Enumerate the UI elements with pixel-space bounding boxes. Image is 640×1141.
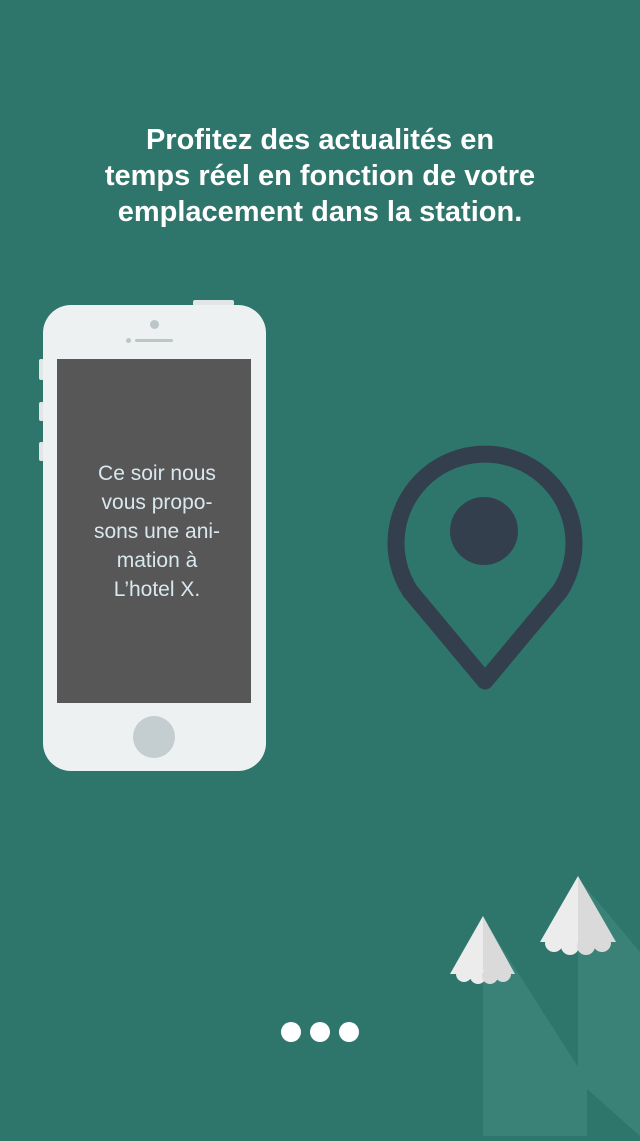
page-dot-3[interactable] xyxy=(339,1022,359,1042)
phone-illustration: Ce soir nous vous propo- sons une ani- m… xyxy=(43,305,266,771)
notification-message: Ce soir nous vous propo- sons une ani- m… xyxy=(88,459,220,604)
message-line: vous propo- xyxy=(101,490,213,514)
headline-line: emplacement dans la station. xyxy=(117,196,523,228)
headline-line: Profitez des actualités en xyxy=(145,124,495,156)
map-pin-icon xyxy=(380,428,590,695)
message-line: sons une ani- xyxy=(93,519,221,543)
onboarding-headline: Profitez des actualités en temps réel en… xyxy=(40,122,600,230)
page-dot-2[interactable] xyxy=(310,1022,330,1042)
phone-camera xyxy=(150,320,159,329)
phone-home-button xyxy=(133,716,175,758)
page-dot-1[interactable] xyxy=(281,1022,301,1042)
phone-screen: Ce soir nous vous propo- sons une ani- m… xyxy=(57,359,251,703)
phone-speaker xyxy=(135,339,173,342)
message-line: mation à xyxy=(116,548,198,572)
headline-line: temps réel en fonction de votre xyxy=(104,160,536,192)
page-indicator xyxy=(0,1022,640,1042)
message-line: L’hotel X. xyxy=(113,577,201,601)
message-line: Ce soir nous xyxy=(98,461,216,485)
phone-sensor xyxy=(126,338,131,343)
snowy-mountains-decoration xyxy=(440,870,640,1141)
